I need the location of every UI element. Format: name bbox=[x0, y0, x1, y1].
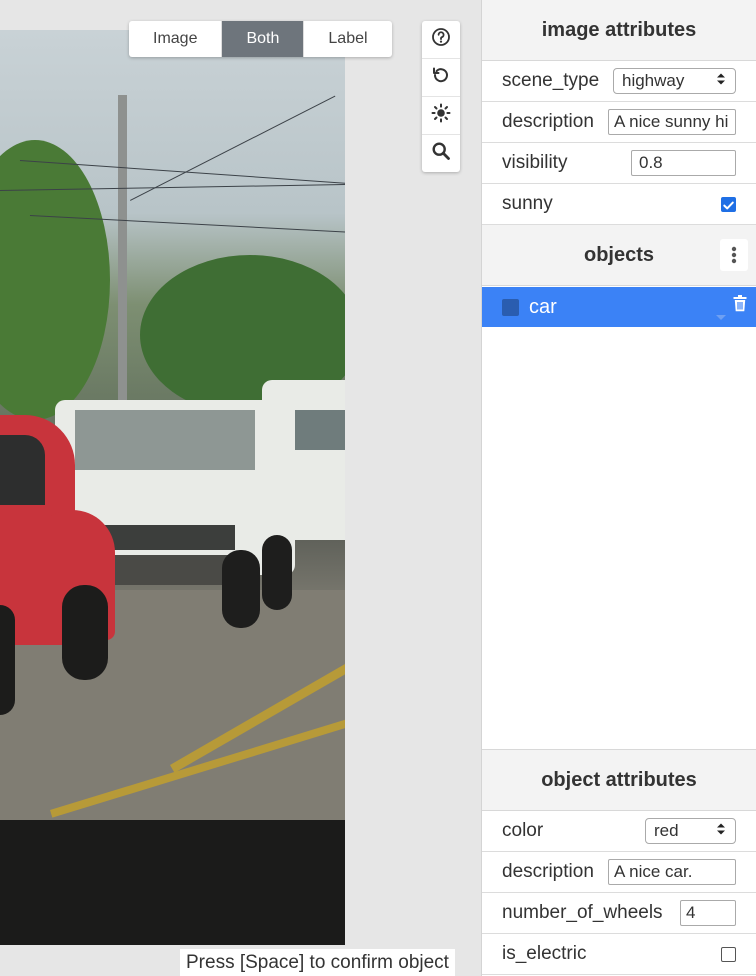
mode-label-button[interactable]: Label bbox=[303, 21, 391, 57]
object-item-car[interactable]: car bbox=[482, 287, 756, 327]
car-dashboard bbox=[0, 820, 345, 945]
color-select[interactable]: red bbox=[645, 818, 736, 844]
sunny-label: sunny bbox=[502, 193, 553, 214]
zoom-button[interactable] bbox=[422, 135, 460, 172]
mode-both-button[interactable]: Both bbox=[221, 21, 304, 57]
number-of-wheels-row: number_of_wheels 4 bbox=[482, 893, 756, 934]
objects-title: objects bbox=[583, 243, 655, 266]
pickup-wheel bbox=[222, 550, 260, 628]
color-label: color bbox=[502, 820, 544, 841]
help-button[interactable] bbox=[422, 21, 460, 59]
color-value: red bbox=[654, 821, 679, 840]
visibility-input[interactable]: 0.8 bbox=[631, 150, 736, 176]
object-attributes-header: object attributes bbox=[482, 750, 756, 811]
object-attributes-section: object attributes color red description … bbox=[482, 749, 756, 975]
scene-type-select[interactable]: highway bbox=[613, 68, 736, 94]
objects-menu-button[interactable] bbox=[720, 239, 748, 271]
number-of-wheels-label: number_of_wheels bbox=[502, 902, 663, 923]
image-description-label: description bbox=[502, 111, 594, 132]
objects-list: car bbox=[482, 287, 756, 749]
number-of-wheels-input[interactable]: 4 bbox=[680, 900, 736, 926]
select-arrows-icon bbox=[715, 71, 727, 91]
brightness-button[interactable] bbox=[422, 97, 460, 135]
canvas-toolbar bbox=[422, 21, 460, 172]
is-electric-checkbox[interactable] bbox=[721, 946, 736, 962]
select-arrows-icon bbox=[715, 821, 727, 841]
object-color-swatch bbox=[502, 298, 519, 316]
image-canvas[interactable]: Image Both Label Press [Space] to confir… bbox=[0, 0, 481, 976]
view-mode-toggle: Image Both Label bbox=[129, 21, 392, 57]
sunny-checkbox[interactable] bbox=[721, 196, 736, 212]
scene-type-value: highway bbox=[622, 71, 685, 90]
is-electric-row: is_electric bbox=[482, 934, 756, 975]
attributes-panel: image attributes scene_type highway desc… bbox=[481, 0, 756, 976]
red-car-wheel bbox=[62, 585, 108, 680]
sunny-row: sunny bbox=[482, 184, 756, 225]
undo-icon bbox=[431, 65, 451, 90]
image-description-row: description A nice sunny hi bbox=[482, 102, 756, 143]
red-car-wheel bbox=[0, 605, 15, 715]
scene-type-row: scene_type highway bbox=[482, 61, 756, 102]
object-description-label: description bbox=[502, 861, 594, 882]
image-description-input[interactable]: A nice sunny hi bbox=[608, 109, 736, 135]
scene-type-label: scene_type bbox=[502, 70, 600, 91]
object-item-label: car bbox=[529, 295, 557, 318]
object-description-row: description A nice car. bbox=[482, 852, 756, 893]
pickup-grille bbox=[95, 525, 235, 550]
brightness-icon bbox=[431, 103, 451, 128]
confirm-hint: Press [Space] to confirm object bbox=[180, 949, 455, 976]
delete-trash-icon[interactable] bbox=[733, 295, 747, 318]
checkmark-icon bbox=[723, 201, 734, 209]
objects-header: objects bbox=[482, 225, 756, 286]
pickup-windshield bbox=[75, 410, 255, 470]
help-icon bbox=[431, 27, 451, 52]
expand-caret-icon[interactable] bbox=[716, 304, 726, 327]
visibility-label: visibility bbox=[502, 152, 568, 173]
is-electric-label: is_electric bbox=[502, 943, 587, 964]
tree-left bbox=[0, 140, 110, 420]
undo-button[interactable] bbox=[422, 59, 460, 97]
utility-pole bbox=[118, 95, 127, 405]
mode-image-button[interactable]: Image bbox=[129, 21, 221, 57]
more-vertical-icon bbox=[731, 246, 737, 264]
visibility-row: visibility 0.8 bbox=[482, 143, 756, 184]
color-row: color red bbox=[482, 811, 756, 852]
zoom-icon bbox=[431, 141, 451, 166]
street-photo[interactable] bbox=[0, 30, 345, 945]
image-attributes-header: image attributes bbox=[482, 0, 756, 61]
pickup-wheel bbox=[262, 535, 292, 610]
red-car-window bbox=[0, 435, 45, 505]
object-description-input[interactable]: A nice car. bbox=[608, 859, 736, 885]
